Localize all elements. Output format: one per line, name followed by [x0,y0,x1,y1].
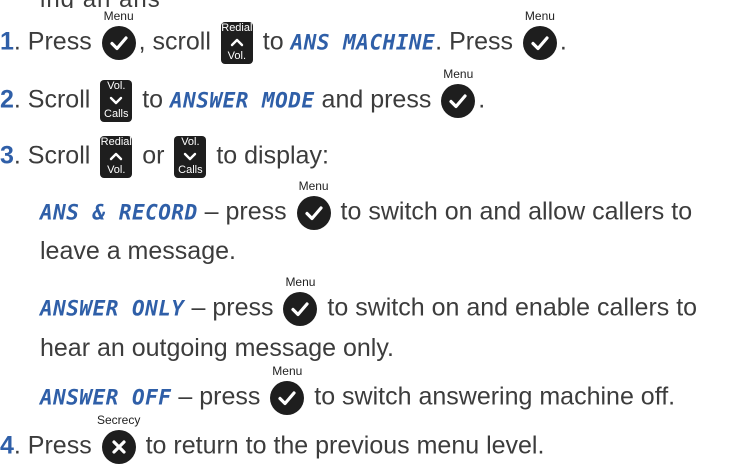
step-text: . Press [13,27,99,56]
key-bottom-label: Calls [104,108,129,120]
step-3: 3. Scroll Redial Vol. or Vol. Calls to dis… [0,136,329,178]
chevron-down-icon [184,152,197,161]
redial-vol-button: Redial Vol. [220,22,253,64]
step-2: 2. Scroll Vol. Calls to ANSWER MODE and p… [0,68,486,122]
step-text: to [255,27,291,56]
key-top-label: Vol. [107,80,126,92]
menu-key[interactable]: Menu [101,10,136,60]
key-caption: Menu [103,9,134,23]
lcd-text: ANSWER ONLY [40,296,185,321]
redial-vol-button: Redial Vol. [100,136,133,178]
key-caption: Menu [443,67,474,81]
vol-calls-button: Vol. Calls [174,136,207,178]
option-text: – press [197,197,294,226]
step-4: 4. Press Secrecy to return to the previo… [0,414,545,464]
redial-vol-key[interactable]: Redial Vol. [220,22,253,64]
option-text: – press [184,293,281,322]
step-number: 4 [0,431,14,460]
step-1: 1. Press Menu, scroll Redial Vol. to ANS … [0,10,567,64]
step-number: 3 [0,141,14,170]
key-top-label: Redial [221,22,253,34]
checkmark-icon [296,196,331,230]
option-text: to switch on and allow callers to [333,197,693,226]
option-text: to switch answering machine off. [307,382,676,411]
vol-calls-key[interactable]: Vol. Calls [100,80,133,122]
step-text: . Press [13,431,99,460]
step-text: . Scroll [13,141,98,170]
key-top-label: Vol. [181,136,200,148]
chevron-down-icon [110,96,123,105]
key-top-label: Redial [100,136,132,148]
step-text: . Scroll [13,85,98,114]
key-bottom-label: Calls [178,164,203,176]
lcd-text: ANS MACHINE [290,30,436,55]
menu-key[interactable]: Menu [283,276,318,326]
step-text: to return to the previous menu level. [138,431,545,460]
heading-fragment: ing an ans [40,0,161,8]
step-number: 1 [0,27,14,56]
step-text: . [478,85,486,114]
menu-key[interactable]: Menu [270,365,305,415]
step-text: and press [314,85,439,114]
step-text: to [135,85,171,114]
key-bottom-label: Vol. [227,50,247,62]
menu-key[interactable]: Menu [522,10,557,60]
chevron-up-icon [230,38,244,47]
step-text: , scroll [138,27,218,56]
checkmark-icon [283,292,318,326]
step-text: . [559,27,567,56]
redial-vol-key[interactable]: Redial Vol. [100,136,133,178]
option-answer-only-continued: hear an outgoing message only. [40,334,394,362]
step-text: . Press [435,27,520,56]
key-caption: Secrecy [96,413,141,427]
cropped-heading: ing an ans [0,0,735,8]
lcd-text: ANSWER OFF [40,385,172,410]
option-answer-off: ANSWER OFF – press Menu to switch answer… [40,365,676,415]
vol-calls-button: Vol. Calls [100,80,133,122]
checkmark-icon [441,84,476,118]
option-ans-record: ANS & RECORD – press Menu to switch on a… [40,180,693,230]
secrecy-key[interactable]: Secrecy [97,414,140,464]
step-number: 2 [0,85,14,114]
option-ans-record-continued: leave a message. [40,237,236,265]
checkmark-icon [522,26,557,60]
option-answer-only: ANSWER ONLY – press Menu to switch on an… [40,276,698,326]
close-icon [101,430,136,464]
step-text: to display: [209,141,329,170]
vol-calls-key[interactable]: Vol. Calls [174,136,207,178]
key-caption: Menu [298,179,329,193]
option-text: to switch on and enable callers to [320,293,698,322]
option-text: – press [171,382,268,411]
key-caption: Menu [285,275,316,289]
menu-key[interactable]: Menu [441,68,476,118]
chevron-up-icon [110,152,123,161]
lcd-text: ANS & RECORD [40,200,198,225]
step-text: or [135,141,172,170]
menu-key[interactable]: Menu [296,180,331,230]
key-bottom-label: Vol. [107,164,126,176]
checkmark-icon [101,26,136,60]
lcd-text: ANSWER MODE [170,88,315,113]
checkmark-icon [270,381,305,415]
key-caption: Menu [524,9,555,23]
key-caption: Menu [272,364,303,378]
